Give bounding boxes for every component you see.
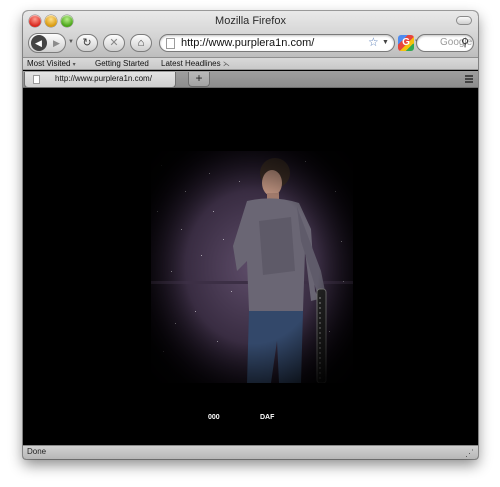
search-bar[interactable]: Google ⚲: [416, 34, 474, 52]
tab-purplerain[interactable]: http://www.purplera1n.com/: [24, 72, 176, 88]
window-title: Mozilla Firefox: [215, 15, 286, 27]
back-forward-group: ◀ ▶: [28, 33, 66, 53]
home-icon: ⌂: [137, 37, 145, 49]
home-button[interactable]: ⌂: [130, 34, 152, 52]
search-icon[interactable]: ⚲: [461, 36, 469, 49]
back-arrow-icon: ◀: [30, 35, 47, 51]
bookmark-star-icon[interactable]: ☆: [368, 35, 379, 49]
bookmarks-toolbar: Most Visited ▾ Getting Started Latest He…: [23, 58, 478, 70]
address-input[interactable]: http://www.purplera1n.com/: [181, 37, 314, 49]
window-chrome: Mozilla Firefox ◀ ▶ ▼ ↻ ✕ ⌂ http://www.p…: [23, 11, 478, 58]
status-text: Done: [27, 447, 47, 456]
caption-left[interactable]: 000: [208, 414, 220, 421]
bookmark-latest-headlines[interactable]: Latest Headlines ⋋: [161, 58, 230, 71]
browser-window: Mozilla Firefox ◀ ▶ ▼ ↻ ✕ ⌂ http://www.p…: [23, 11, 478, 459]
rss-feed-icon: ⋋: [222, 61, 230, 68]
hero-photo: [151, 151, 353, 383]
back-button[interactable]: ◀: [30, 35, 47, 51]
list-all-tabs-icon[interactable]: [465, 75, 473, 83]
reload-button[interactable]: ↻: [76, 34, 98, 52]
tab-label: http://www.purplera1n.com/: [55, 74, 152, 83]
page-content: 000 DAF: [23, 89, 478, 445]
page-favicon-icon: [33, 75, 40, 84]
person-in-rain-image: [151, 151, 353, 383]
toolbar-toggle-button[interactable]: [456, 16, 472, 25]
bookmark-getting-started[interactable]: Getting Started: [95, 58, 149, 70]
bookmark-label: Most Visited: [27, 59, 71, 68]
caption-right[interactable]: DAF: [260, 414, 274, 421]
forward-button[interactable]: ▶: [48, 35, 65, 51]
tab-strip: http://www.purplera1n.com/ +: [23, 71, 478, 88]
navigation-toolbar: ◀ ▶ ▼ ↻ ✕ ⌂ http://www.purplera1n.com/ ☆…: [23, 31, 478, 57]
stop-button[interactable]: ✕: [103, 34, 125, 52]
bookmark-label: Getting Started: [95, 59, 149, 68]
page-favicon-icon: [166, 38, 175, 49]
url-history-dropdown-icon[interactable]: ▼: [382, 39, 389, 46]
title-bar: Mozilla Firefox: [23, 11, 478, 31]
new-tab-button[interactable]: +: [188, 72, 210, 87]
google-engine-icon: G: [398, 35, 414, 51]
plus-icon: +: [195, 71, 203, 85]
bookmark-most-visited[interactable]: Most Visited ▾: [27, 58, 76, 71]
address-bar[interactable]: http://www.purplera1n.com/ ☆ ▼: [159, 34, 395, 52]
forward-arrow-icon: ▶: [53, 38, 60, 48]
resize-grip-icon[interactable]: ⋰: [465, 448, 474, 459]
history-dropdown-icon[interactable]: ▼: [68, 39, 74, 45]
stop-icon: ✕: [109, 37, 119, 49]
reload-icon: ↻: [82, 37, 92, 49]
status-bar: Done ⋰: [23, 445, 478, 459]
bookmark-label: Latest Headlines: [161, 59, 221, 68]
chevron-down-icon: ▾: [72, 62, 76, 68]
